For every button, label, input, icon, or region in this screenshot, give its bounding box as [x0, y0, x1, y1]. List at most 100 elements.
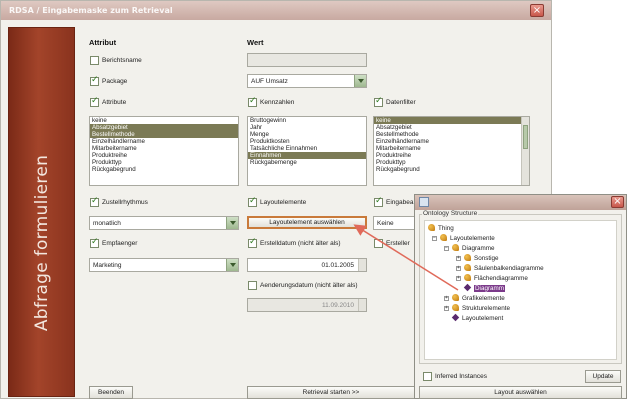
package-value: AUF Umsatz: [251, 78, 288, 85]
list-item[interactable]: Bestellmethode: [374, 131, 529, 138]
chevron-down-icon[interactable]: [226, 259, 238, 271]
tree-node-strukturelemente[interactable]: Strukturelemente: [452, 304, 510, 312]
datenfilter-label: Datenfilter: [386, 99, 416, 106]
ontology-class-icon: [464, 274, 471, 281]
beenden-button[interactable]: Beenden: [89, 386, 133, 399]
ersteller-checkbox[interactable]: [374, 239, 383, 248]
eingabe-select[interactable]: Keine: [373, 216, 415, 230]
layoutelement-auswaehlen-button[interactable]: Layoutelement auswählen: [247, 216, 367, 229]
list-item[interactable]: Absatzgebiet: [90, 124, 238, 131]
window-icon: [419, 197, 429, 207]
list-item[interactable]: Rückgabemenge: [248, 159, 366, 166]
collapse-icon[interactable]: −: [444, 246, 449, 251]
tree-node-saeulenbalkendiagramme[interactable]: Säulen­balken­diagramme: [464, 264, 544, 272]
package-checkbox[interactable]: [90, 75, 99, 86]
collapse-icon[interactable]: −: [432, 236, 437, 241]
ontology-class-icon: [464, 254, 471, 261]
expand-icon[interactable]: +: [444, 296, 449, 301]
aenderungsdatum-input[interactable]: 11.09.2010: [247, 298, 367, 312]
tree-node-diagramm[interactable]: Diagramm: [463, 283, 506, 292]
expand-icon[interactable]: +: [456, 276, 461, 281]
attribute-label: Attribute: [102, 99, 127, 106]
tree-node-sonstige[interactable]: Sonstige: [464, 254, 499, 262]
chevron-down-icon[interactable]: [226, 217, 238, 229]
update-button[interactable]: Update: [585, 370, 621, 383]
list-item[interactable]: Produkttyp: [90, 159, 238, 166]
list-item[interactable]: Menge: [248, 131, 366, 138]
list-item[interactable]: keine: [90, 117, 238, 124]
list-item[interactable]: Einzelhändlername: [90, 138, 238, 145]
dialog-title-bar: [415, 195, 626, 210]
zustellrhythmus-select[interactable]: monatlich: [89, 216, 239, 230]
list-item[interactable]: Jahr: [248, 124, 366, 131]
tree-node-flaechendiagramme[interactable]: Flächendiagramme: [464, 274, 528, 282]
aenderungsdatum-label: Aenderungsdatum (nicht älter als): [260, 282, 358, 289]
ontology-class-icon: [452, 304, 459, 311]
list-item[interactable]: Produktreihe: [90, 152, 238, 159]
list-item[interactable]: Produktkosten: [248, 138, 366, 145]
expand-icon[interactable]: +: [456, 266, 461, 271]
side-panel-label: Abfrage formulieren: [32, 154, 52, 332]
attribute-list[interactable]: keine Absatzgebiet Bestellmethode Einzelhän…: [89, 116, 239, 186]
list-item[interactable]: Mitarbeitername: [374, 145, 529, 152]
ersteller-label: Ersteller: [386, 240, 410, 247]
berichtsname-input[interactable]: [247, 53, 367, 67]
layoutelemente-checkbox[interactable]: [248, 196, 257, 207]
empfaenger-checkbox[interactable]: [90, 237, 99, 248]
list-item[interactable]: Rückgabegrund: [374, 166, 529, 173]
list-item[interactable]: Bestellmethode: [90, 131, 238, 138]
date-spinner[interactable]: [358, 259, 366, 271]
tree-node-diagramme[interactable]: Diagramme: [452, 244, 495, 252]
erstelldatum-input[interactable]: 01.01.2005: [247, 258, 367, 272]
list-item[interactable]: Produkttyp: [374, 159, 529, 166]
title-bar: RDSA / Eingabemaske zum Retrieval: [1, 1, 551, 20]
instance-icon: [451, 313, 460, 322]
list-item[interactable]: Rückgabegrund: [90, 166, 238, 173]
zustellrhythmus-checkbox[interactable]: [90, 196, 99, 207]
ontology-class-icon: [452, 294, 459, 301]
ontology-class-icon: [440, 234, 447, 241]
tree-node-grafikelemente[interactable]: Grafikelemente: [452, 294, 505, 302]
datenfilter-checkbox[interactable]: [374, 96, 383, 107]
ontology-dialog: × Ontology Structure Thing − Layouteleme…: [414, 194, 627, 399]
date-spinner[interactable]: [358, 299, 366, 311]
tree-node-thing[interactable]: Thing: [428, 224, 454, 232]
berichtsname-checkbox[interactable]: [90, 56, 99, 65]
aenderungsdatum-checkbox[interactable]: [248, 281, 257, 290]
close-icon[interactable]: ×: [530, 4, 544, 17]
erstelldatum-checkbox[interactable]: [248, 237, 257, 248]
list-item[interactable]: Einnahmen: [248, 152, 366, 159]
datenfilter-scrollbar[interactable]: [521, 117, 529, 185]
list-item[interactable]: Produktreihe: [374, 152, 529, 159]
empfaenger-select[interactable]: Marketing: [89, 258, 239, 272]
inferred-instances-checkbox[interactable]: [423, 372, 432, 381]
list-item[interactable]: Mitarbeitername: [90, 145, 238, 152]
tree-node-layoutelement[interactable]: Layoutelement: [451, 313, 503, 322]
list-item[interactable]: Bruttogewinn: [248, 117, 366, 124]
list-item[interactable]: Absatzgebiet: [374, 124, 529, 131]
ontology-class-icon: [464, 264, 471, 271]
ontology-structure-group: Ontology Structure Thing − Layoutelement…: [419, 210, 622, 364]
ontology-tree[interactable]: Thing − Layoutelemente − Diagramme + Son…: [424, 220, 617, 360]
layout-auswaehlen-button[interactable]: Layout auswählen: [419, 386, 622, 399]
package-select[interactable]: AUF Umsatz: [247, 74, 367, 88]
list-item[interactable]: Tatsächliche Einnahmen: [248, 145, 366, 152]
expand-icon[interactable]: +: [456, 256, 461, 261]
kennzahlen-checkbox[interactable]: [248, 96, 257, 107]
eingabe-checkbox[interactable]: [374, 196, 383, 207]
ontology-class-icon: [428, 224, 435, 231]
expand-icon[interactable]: +: [444, 306, 449, 311]
tree-node-layoutelemente[interactable]: Layoutelemente: [440, 234, 495, 242]
attribute-checkbox[interactable]: [90, 96, 99, 107]
datenfilter-list[interactable]: keine Absatzgebiet Bestellmethode Einzelhän…: [373, 116, 530, 186]
zustellrhythmus-label: Zustellrhythmus: [102, 199, 148, 206]
chevron-down-icon[interactable]: [354, 75, 366, 87]
list-item[interactable]: Einzelhändlername: [374, 138, 529, 145]
retrieval-starten-button[interactable]: Retrieval starten >>: [247, 386, 415, 399]
kennzahlen-list[interactable]: Bruttogewinn Jahr Menge Produktkosten Tatsäc…: [247, 116, 367, 186]
ontology-structure-legend: Ontology Structure: [422, 210, 479, 217]
aenderungsdatum-value: 11.09.2010: [321, 302, 354, 309]
close-icon[interactable]: ×: [611, 196, 624, 208]
list-item[interactable]: keine: [374, 117, 529, 124]
empfaenger-value: Marketing: [93, 262, 122, 269]
